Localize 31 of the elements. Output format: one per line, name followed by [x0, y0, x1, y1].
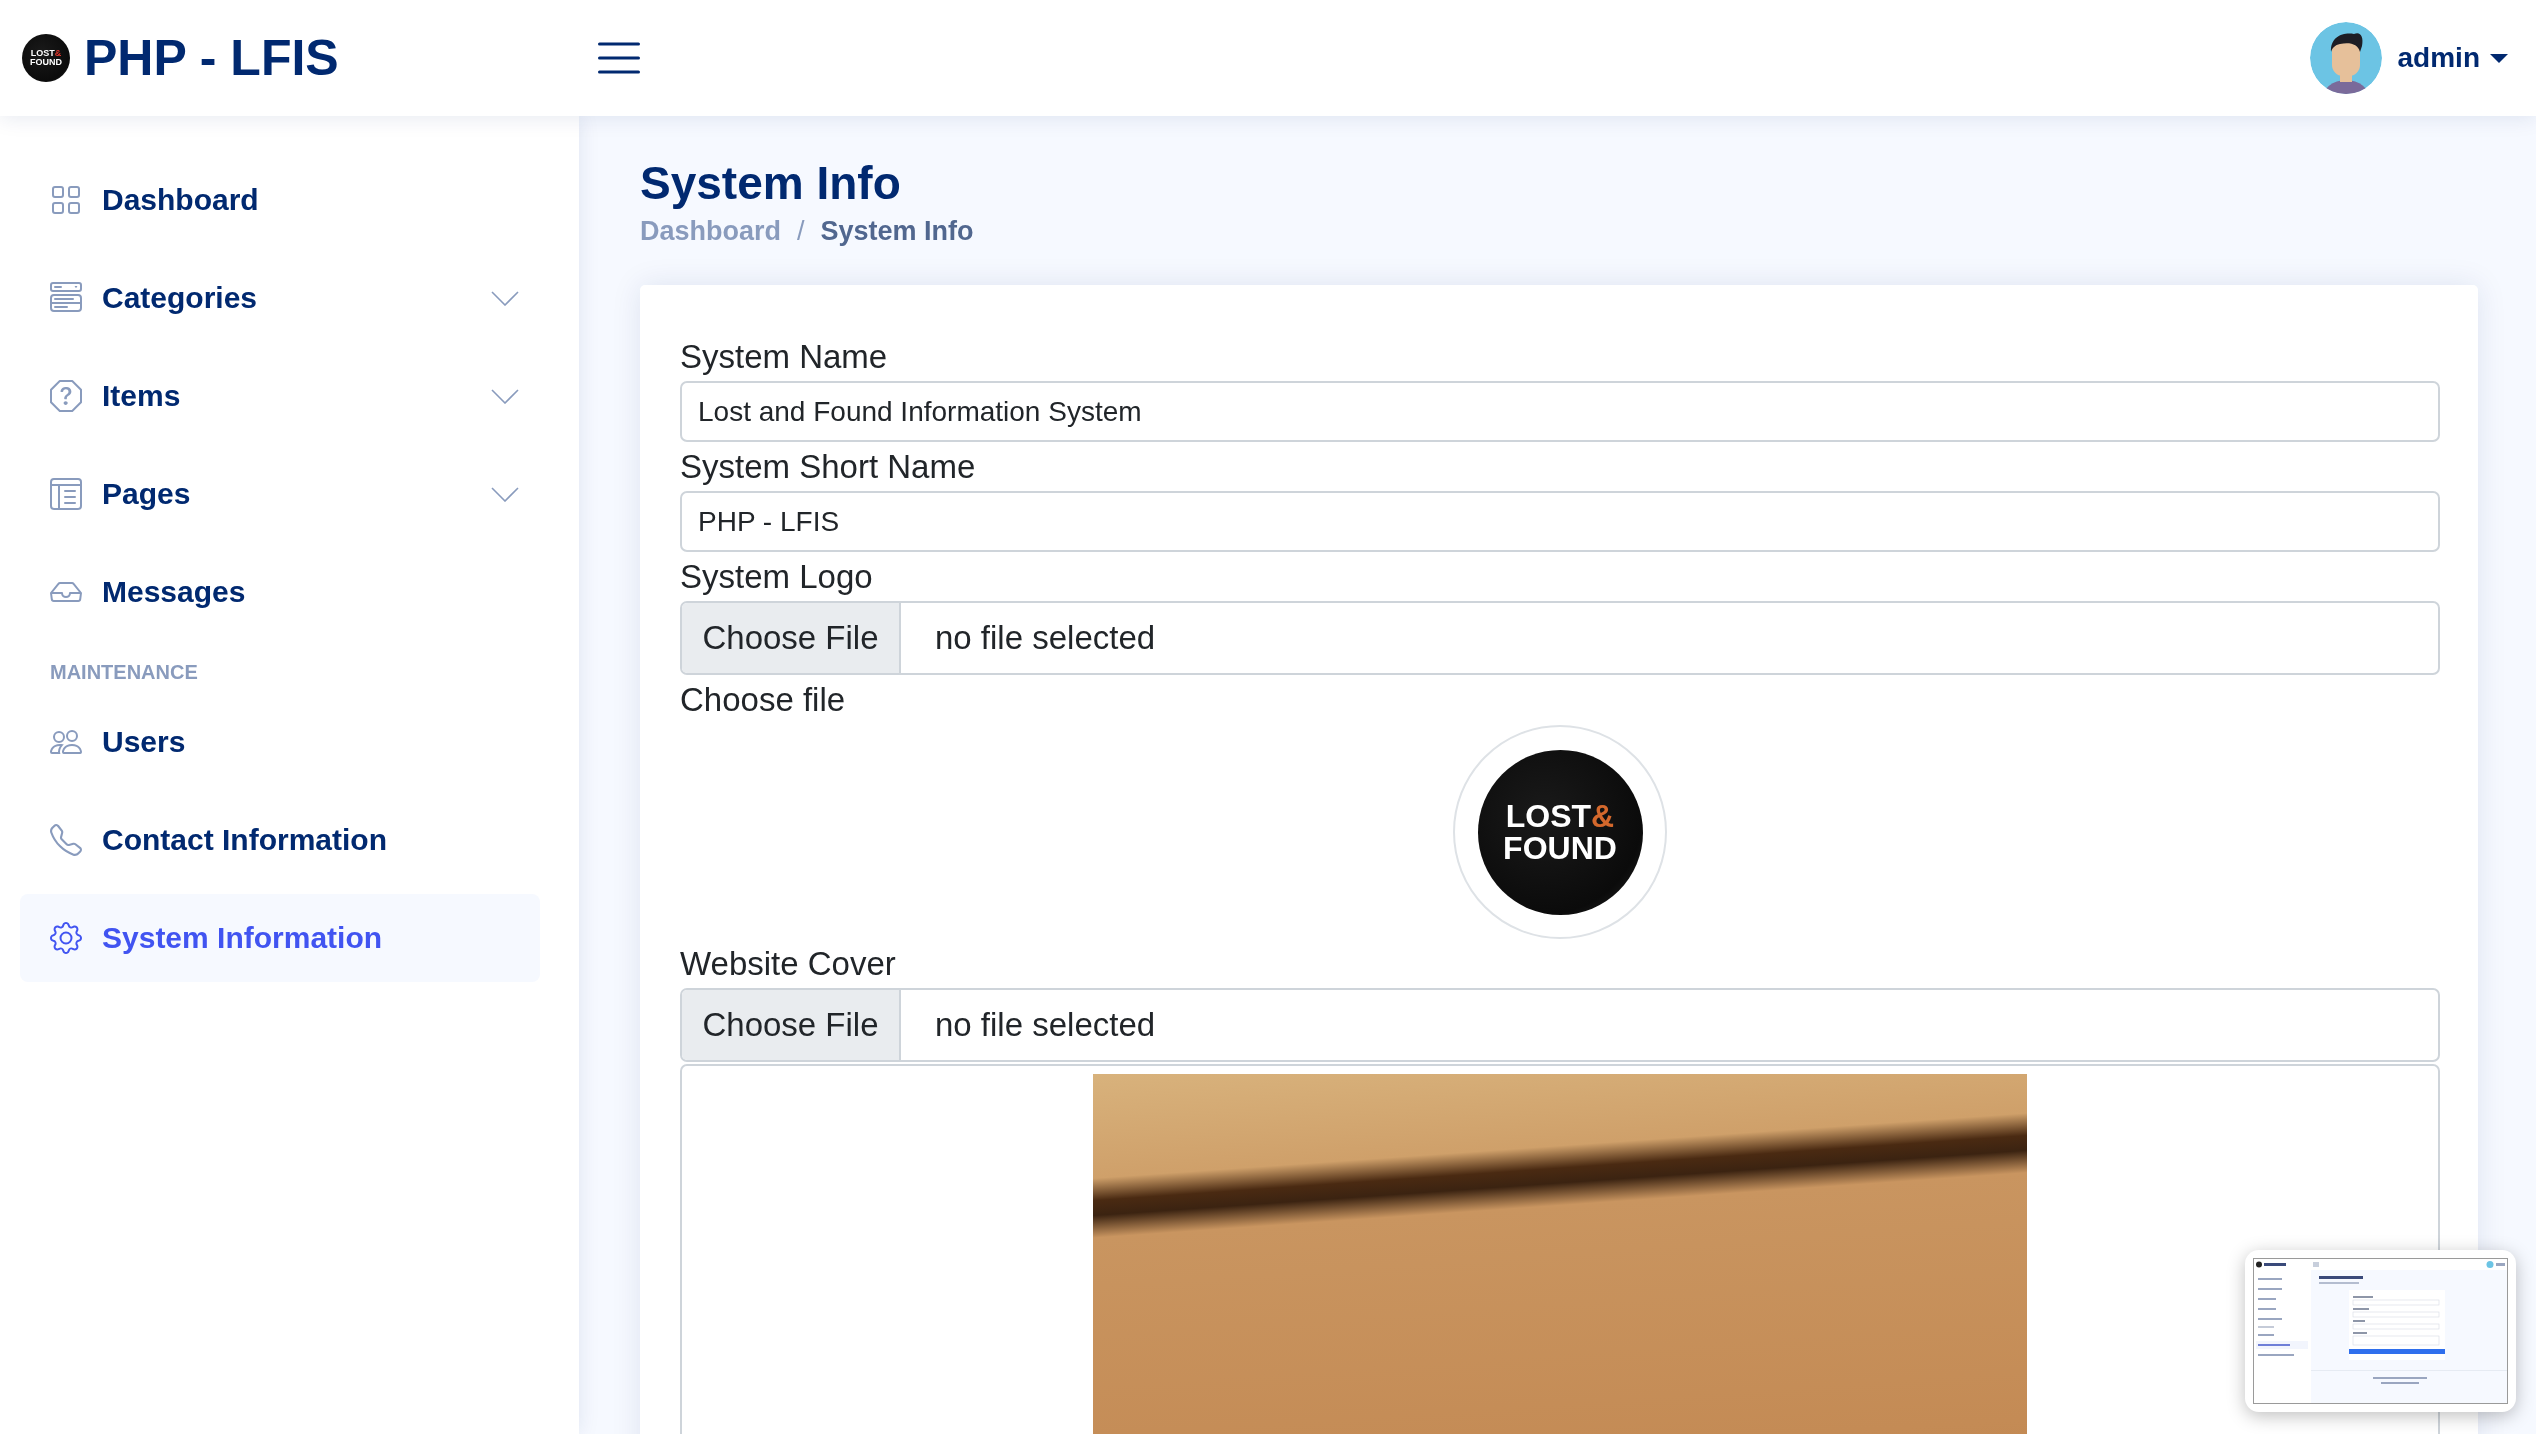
file-status-text: no file selected	[934, 618, 1156, 658]
logo-text: LOST& FOUND	[30, 49, 62, 67]
logo-text: LOST& FOUND	[1503, 800, 1617, 864]
settings-icon	[50, 922, 82, 954]
file-hint-text: Choose file	[680, 680, 846, 720]
text-input[interactable]: Lost and Found Information System	[680, 381, 2440, 442]
window-icon	[50, 478, 82, 510]
file-input[interactable]: Choose File no file selected	[680, 988, 2440, 1062]
screenshot-preview-drawing[interactable]	[2245, 1250, 2516, 1412]
field-label: System Logo	[680, 557, 873, 597]
phone-icon	[50, 824, 82, 856]
avatar-icon	[2309, 22, 2382, 94]
list-icon	[50, 282, 82, 314]
page-title: System Info	[640, 156, 901, 211]
question-icon	[50, 380, 82, 412]
grid-icon	[50, 184, 82, 216]
field-label: Website Cover	[680, 944, 896, 984]
sidebar-heading: MAINTENANCE	[50, 660, 198, 684]
sidebar-item[interactable]: System Information	[20, 894, 540, 982]
choose-file-button[interactable]: Choose File	[682, 603, 901, 673]
breadcrumb-separator: /	[797, 215, 805, 248]
menu-icon[interactable]	[598, 42, 640, 74]
choose-file-button[interactable]: Choose File	[682, 990, 901, 1060]
caret-icon	[2490, 53, 2508, 63]
field-label: System Name	[680, 337, 888, 377]
file-status-text: no file selected	[934, 1005, 1156, 1045]
text-input[interactable]: PHP - LFIS	[680, 491, 2440, 552]
current-page-text: System Info	[820, 215, 974, 248]
field-label: System Short Name	[680, 447, 976, 487]
brand-name[interactable]: PHP - LFIS	[84, 30, 339, 86]
file-input[interactable]: Choose File no file selected	[680, 601, 2440, 675]
